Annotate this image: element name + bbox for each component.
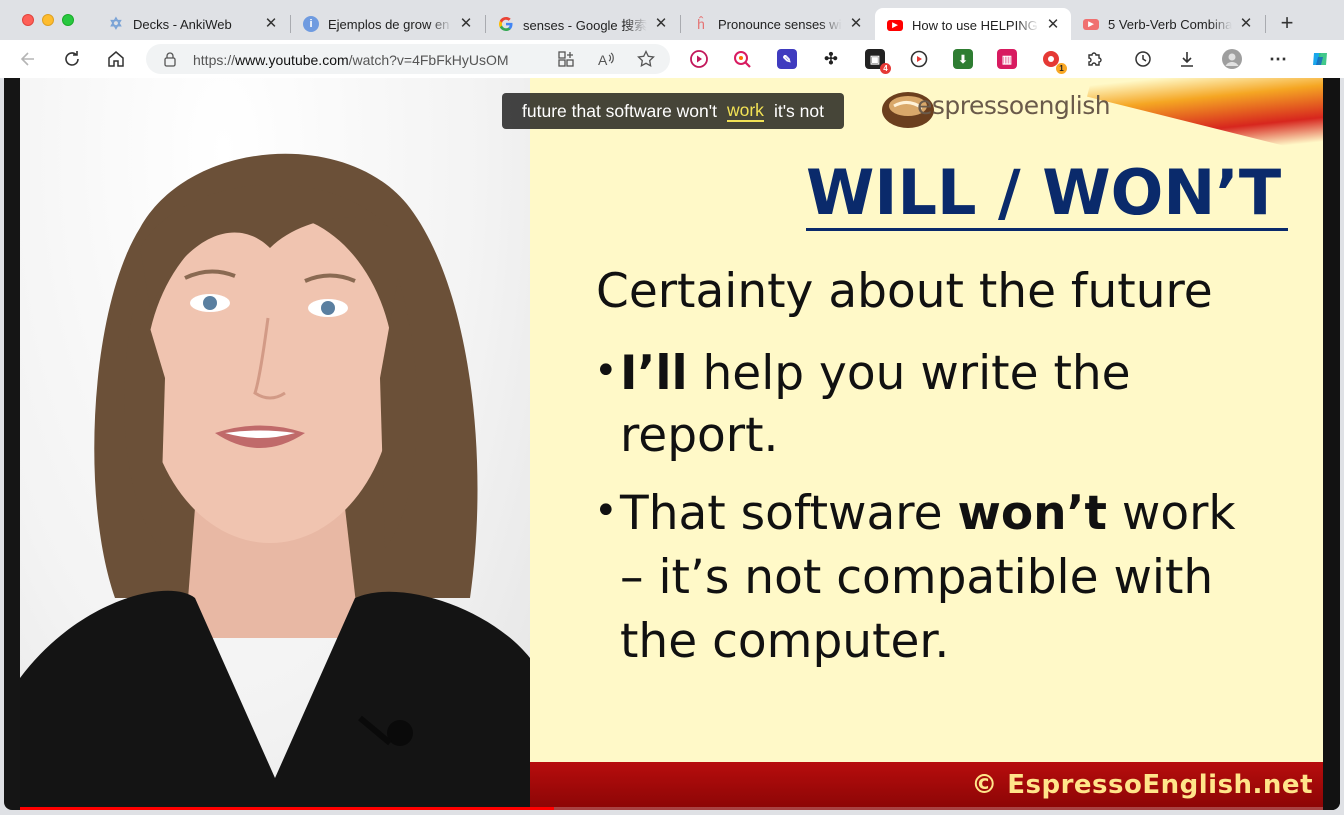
- bullet-dot: •: [594, 348, 618, 394]
- tab-title: senses - Google 搜索: [523, 17, 647, 33]
- window-minimize-button[interactable]: [42, 14, 54, 26]
- extension-play-icon[interactable]: [689, 49, 709, 69]
- extension-dark-icon[interactable]: ▣ 4: [865, 49, 891, 74]
- video-caption[interactable]: future that software won't work it's not: [502, 93, 844, 129]
- tab-helping-verbs[interactable]: ▶ How to use HELPING Verbs ✕: [875, 8, 1071, 42]
- browser-toolbar: https://www.youtube.com/watch?v=4FbFkHyU…: [0, 40, 1344, 78]
- tab-title: Ejemplos de grow en inglés: [328, 16, 452, 32]
- slide-decoration: [1087, 78, 1323, 158]
- copilot-icon[interactable]: [1310, 49, 1330, 69]
- bullet-1-line-1: I’ll help you write the: [620, 346, 1131, 401]
- tab-close-icon[interactable]: ✕: [458, 16, 474, 32]
- app-available-icon[interactable]: [556, 49, 576, 69]
- tab-close-icon[interactable]: ✕: [848, 16, 864, 32]
- video-player[interactable]: espressoenglish WILL / WON’T Certainty a…: [4, 78, 1340, 810]
- extension-video-icon[interactable]: [909, 49, 929, 69]
- bullet-1-line-2: report.: [620, 408, 779, 463]
- bullet-2-line-1: That software won’t work: [620, 486, 1236, 541]
- home-icon: [108, 51, 124, 67]
- favorite-star-icon[interactable]: [636, 49, 656, 69]
- lesson-slide: espressoenglish WILL / WON’T Certainty a…: [530, 78, 1323, 810]
- tab-close-icon[interactable]: ✕: [1238, 16, 1254, 32]
- video-progress-fill: [20, 807, 555, 810]
- bullet-2-line-2: – it’s not compatible with: [620, 550, 1214, 605]
- extension-note-icon[interactable]: ✎: [777, 49, 797, 69]
- presenter-image: [20, 153, 530, 810]
- home-button[interactable]: [104, 48, 128, 70]
- window-zoom-button[interactable]: [62, 14, 74, 26]
- profile-avatar-icon[interactable]: [1222, 49, 1242, 69]
- more-menu-icon[interactable]: ⋯: [1268, 49, 1288, 69]
- caption-text-before: future that software won't: [522, 100, 717, 121]
- bullet-dot: •: [594, 488, 618, 534]
- new-tab-button[interactable]: +: [1277, 12, 1297, 34]
- tab-title: How to use HELPING Verbs: [912, 17, 1039, 33]
- slide-heading: Certainty about the future: [596, 264, 1213, 319]
- tab-strip: ✡ Decks - AnkiWeb ✕ i Ejemplos de grow e…: [0, 0, 1344, 42]
- logo-text: espressoenglish: [917, 91, 1111, 120]
- presenter-video: [20, 78, 530, 810]
- youtube-icon: ▶: [1083, 18, 1099, 30]
- svg-text:A: A: [598, 52, 608, 68]
- slide-copyright: © EspressoEnglish.net: [971, 770, 1313, 800]
- slide-title: WILL / WON’T: [806, 156, 1282, 229]
- arrow-left-icon: [20, 52, 34, 66]
- address-bar[interactable]: https://www.youtube.com/watch?v=4FbFkHyU…: [146, 44, 670, 74]
- extension-board-icon[interactable]: ▥: [997, 49, 1017, 69]
- caption-highlighted-word[interactable]: work: [726, 100, 764, 122]
- extension-download-icon[interactable]: ⬇: [953, 49, 973, 69]
- tab-close-icon[interactable]: ✕: [1045, 17, 1061, 33]
- lock-icon[interactable]: [162, 51, 178, 67]
- tab-title: Decks - AnkiWeb: [133, 16, 232, 32]
- window-close-button[interactable]: [22, 14, 34, 26]
- tab-separator: [1265, 15, 1266, 33]
- bullet-2-line-3: the computer.: [620, 614, 950, 669]
- info-icon: i: [303, 16, 319, 32]
- ankiweb-star-icon: ✡: [109, 16, 123, 33]
- tab-close-icon[interactable]: ✕: [263, 16, 279, 32]
- video-letterbox: [1323, 78, 1340, 810]
- extensions-puzzle-icon[interactable]: [1085, 49, 1105, 69]
- tab-google-search[interactable]: senses - Google 搜索 ✕: [486, 8, 679, 40]
- reload-button[interactable]: [60, 48, 84, 70]
- caption-text-after: it's not: [773, 100, 824, 121]
- youglish-icon: ĥ: [697, 16, 705, 32]
- tab-ankiweb[interactable]: ✡ Decks - AnkiWeb ✕: [96, 8, 289, 40]
- tab-verb-combinations[interactable]: ▶ 5 Verb-Verb Combinations ✕: [1071, 8, 1264, 40]
- google-g-icon: [498, 16, 514, 32]
- tab-title: Pronounce senses with: [718, 16, 842, 32]
- tab-close-icon[interactable]: ✕: [653, 16, 669, 32]
- title-underline: [806, 228, 1288, 231]
- tab-title: 5 Verb-Verb Combinations: [1108, 16, 1232, 32]
- url-text[interactable]: https://www.youtube.com/watch?v=4FbFkHyU…: [193, 52, 509, 68]
- tab-youglish[interactable]: ĥ Pronounce senses with ✕: [681, 8, 874, 40]
- extension-badge: 4: [880, 63, 891, 74]
- extension-record-icon[interactable]: 1: [1041, 49, 1067, 74]
- tab-ejemplos[interactable]: i Ejemplos de grow en inglés ✕: [291, 8, 484, 40]
- video-progress-bar[interactable]: [20, 807, 1323, 810]
- youtube-icon: ▶: [887, 19, 903, 31]
- reload-icon: [65, 51, 79, 66]
- extension-crosshair-icon[interactable]: ✣: [821, 49, 841, 69]
- downloads-icon[interactable]: [1177, 49, 1197, 69]
- extension-search-icon[interactable]: [732, 49, 752, 69]
- read-aloud-icon[interactable]: A: [596, 49, 616, 69]
- history-icon[interactable]: [1133, 49, 1153, 69]
- back-button[interactable]: [16, 48, 40, 70]
- extension-badge: 1: [1056, 63, 1067, 74]
